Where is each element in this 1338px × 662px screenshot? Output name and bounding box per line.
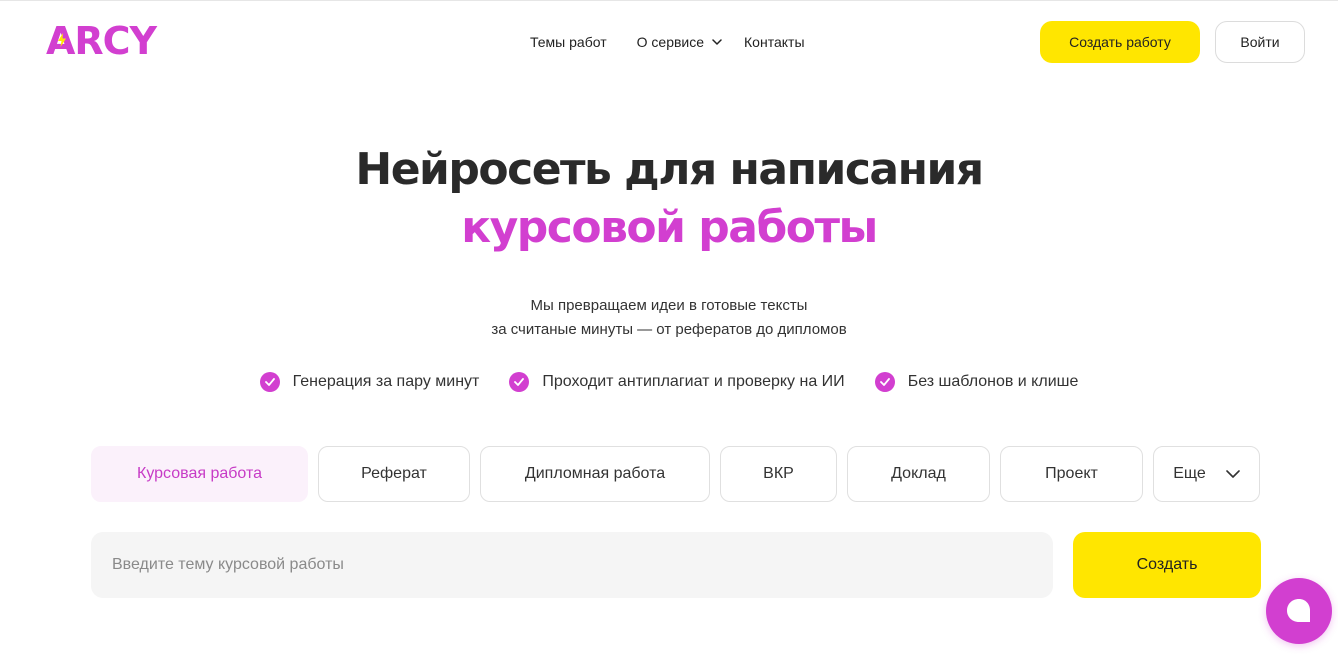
chat-bubble-icon — [1287, 599, 1310, 622]
tab-label: Доклад — [891, 465, 946, 482]
nav-item-contacts[interactable]: Контакты — [744, 32, 804, 52]
tab-coursework[interactable]: Курсовая работа — [91, 446, 308, 502]
tab-project[interactable]: Проект — [1000, 446, 1143, 502]
tab-report[interactable]: Доклад — [847, 446, 990, 502]
feature-item: Проходит антиплагиат и проверку на ИИ — [509, 372, 845, 392]
feature-label: Проходит антиплагиат и проверку на ИИ — [542, 373, 845, 390]
nav-item-label: О сервисе — [636, 34, 705, 50]
tab-label: Дипломная работа — [524, 465, 666, 482]
nav-item-label: Контакты — [744, 34, 805, 50]
feature-item: Генерация за пару минут — [259, 372, 480, 392]
topic-input[interactable] — [91, 532, 1053, 598]
feature-label: Без шаблонов и клише — [907, 373, 1079, 390]
hero-subtitle: Мы превращаем идеи в готовые тексты за с… — [0, 294, 1338, 342]
hero-title-line1: Нейросеть для написания — [355, 144, 984, 195]
create-button[interactable]: Создать — [1073, 532, 1261, 598]
tab-vkr[interactable]: ВКР — [720, 446, 837, 502]
nav-item-label: Темы работ — [530, 34, 607, 50]
check-icon — [874, 372, 895, 392]
chevron-down-icon — [1225, 470, 1240, 478]
logo[interactable]: ARCY — [46, 19, 157, 63]
tab-label: ВКР — [763, 465, 794, 482]
hero-title: Нейросеть для написания курсовой работы — [0, 141, 1338, 257]
hero-title-line2: курсовой работы — [461, 202, 878, 253]
tab-label: Курсовая работа — [137, 465, 262, 482]
tab-label: Проект — [1045, 465, 1098, 482]
chevron-down-icon — [712, 39, 722, 45]
tab-diploma[interactable]: Дипломная работа — [480, 446, 710, 502]
tab-more[interactable]: Еще — [1153, 446, 1260, 502]
main-nav: Темы работ О сервисе Контакты — [530, 32, 805, 52]
tab-label: Реферат — [361, 465, 427, 482]
create-work-button[interactable]: Создать работу — [1040, 21, 1200, 63]
check-icon — [509, 372, 530, 392]
check-icon — [259, 372, 280, 392]
nav-item-about[interactable]: О сервисе — [637, 32, 722, 52]
lightning-icon — [58, 33, 66, 47]
feature-list: Генерация за пару минут Проходит антипла… — [0, 372, 1338, 392]
tab-essay[interactable]: Реферат — [318, 446, 470, 502]
nav-item-topics[interactable]: Темы работ — [530, 32, 607, 52]
hero-subtitle-line1: Мы превращаем идеи в готовые тексты — [530, 297, 808, 314]
hero-subtitle-line2: за считаные минуты — от рефератов до дип… — [491, 321, 847, 338]
feature-item: Без шаблонов и клише — [874, 372, 1079, 392]
login-button[interactable]: Войти — [1215, 21, 1305, 63]
chat-button[interactable] — [1266, 578, 1332, 644]
feature-label: Генерация за пару минут — [292, 373, 480, 390]
tab-label: Еще — [1173, 465, 1206, 482]
